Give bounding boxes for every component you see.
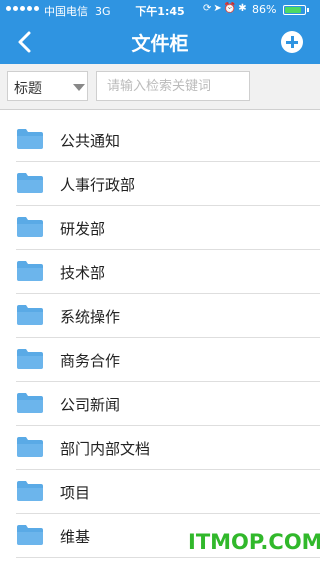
folder-label: 人事行政部 — [60, 176, 136, 194]
location-icon: ➤ — [213, 3, 224, 14]
folder-list-item[interactable]: 商务合作 — [0, 338, 320, 382]
status-icons: ⟳➤⏰✱ — [203, 3, 249, 14]
alarm-icon: ⏰ — [223, 3, 239, 14]
folder-label: 公司新闻 — [60, 396, 121, 414]
folder-label: 维基 — [60, 528, 91, 546]
row-divider — [16, 557, 320, 558]
page-title: 文件柜 — [131, 33, 189, 55]
status-bar: 中国电信 3G 下午1:45 ⟳➤⏰✱ 86% — [0, 0, 320, 20]
folder-list-item[interactable]: 部门内部文档 — [0, 426, 320, 470]
folder-list-item[interactable]: 研发部 — [0, 206, 320, 250]
rotation-lock-icon: ⟳ — [203, 3, 214, 14]
folder-label: 研发部 — [60, 220, 106, 238]
folder-label: 项目 — [60, 484, 91, 502]
folder-icon — [17, 129, 43, 149]
folder-icon — [17, 261, 43, 281]
folder-label: 系统操作 — [60, 308, 121, 326]
folder-list-item[interactable]: 公共通知 — [0, 118, 320, 162]
folder-label: 商务合作 — [60, 352, 121, 370]
folder-icon — [17, 393, 43, 413]
folder-icon — [17, 349, 43, 369]
folder-icon — [17, 173, 43, 193]
folder-list-item[interactable]: 项目 — [0, 470, 320, 514]
folder-icon — [17, 525, 43, 545]
battery-icon — [283, 5, 306, 15]
folder-list: 公共通知人事行政部研发部技术部系统操作商务合作公司新闻部门内部文档 项目维基 — [0, 118, 320, 558]
bluetooth-icon: ✱ — [238, 3, 249, 14]
folder-list-item[interactable]: 人事行政部 — [0, 162, 320, 206]
battery-cap — [307, 8, 309, 12]
folder-label: 技术部 — [60, 264, 106, 282]
search-input[interactable] — [96, 71, 250, 101]
folder-label: 公共通知 — [60, 132, 121, 150]
folder-icon — [17, 217, 43, 237]
filter-select-value: 标题 — [14, 81, 42, 97]
watermark-text: ITMOP.COM — [188, 530, 320, 554]
folder-list-item[interactable]: 系统操作 — [0, 294, 320, 338]
folder-icon — [17, 481, 43, 501]
folder-icon — [17, 437, 43, 457]
battery-fill — [285, 7, 302, 13]
folder-label: 部门内部文档 — [60, 440, 151, 458]
navigation-bar: 文件柜 — [0, 20, 320, 64]
folder-list-item[interactable]: 技术部 — [0, 250, 320, 294]
plus-circle-icon[interactable] — [281, 31, 303, 53]
folder-list-item[interactable]: 公司新闻 — [0, 382, 320, 426]
filter-select[interactable]: 标题 — [7, 71, 88, 101]
caret-down-icon — [73, 84, 85, 91]
battery-percent: 86% — [252, 3, 277, 16]
search-bar: 标题 — [0, 64, 320, 110]
folder-icon — [17, 305, 43, 325]
